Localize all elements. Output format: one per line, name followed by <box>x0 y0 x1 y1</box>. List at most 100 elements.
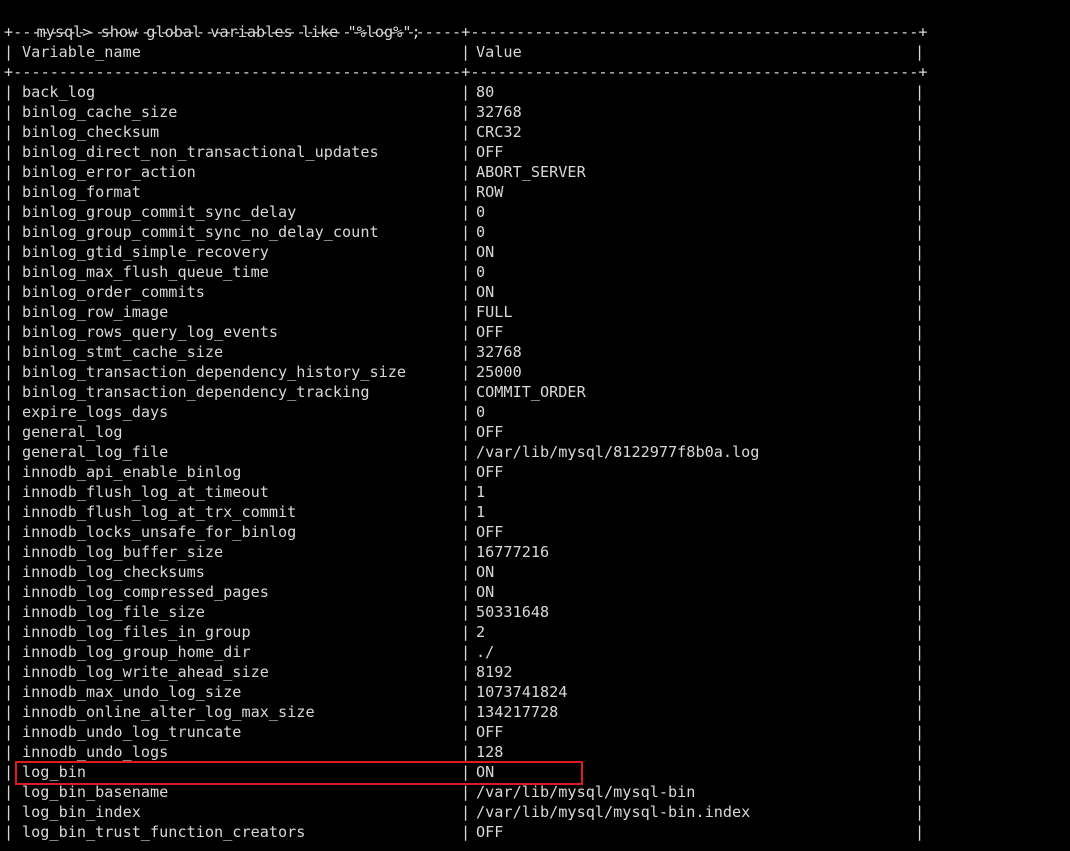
cell-variable-name: binlog_rows_query_log_events <box>22 323 279 341</box>
table-row[interactable]: | binlog_stmt_cache_size | 32768 | <box>0 342 1070 362</box>
table-row[interactable]: | general_log_file | /var/lib/mysql/8122977… <box>0 442 1070 462</box>
table-border-pipe-middle: | <box>461 163 471 181</box>
table-border-pipe-right: | <box>915 763 925 781</box>
table-row[interactable]: | general_log | OFF | <box>0 422 1070 442</box>
table-row[interactable]: | innodb_log_group_home_dir | ./ | <box>0 642 1070 662</box>
table-row[interactable]: | innodb_log_file_size | 50331648 | <box>0 602 1070 622</box>
table-border-pipe-right: | <box>915 543 925 561</box>
table-border-pipe-right: | <box>915 783 925 801</box>
table-border-pipe-middle: | <box>461 703 471 721</box>
table-row[interactable]: | innodb_log_compressed_pages | ON | <box>0 582 1070 602</box>
table-border-pipe-left: | <box>4 303 14 321</box>
table-row[interactable]: | binlog_max_flush_queue_time | 0 | <box>0 262 1070 282</box>
table-row[interactable]: | innodb_flush_log_at_timeout | 1 | <box>0 482 1070 502</box>
table-row[interactable]: | binlog_rows_query_log_events | OFF | <box>0 322 1070 342</box>
table-border-pipe-right: | <box>915 83 925 101</box>
cell-variable-name: binlog_group_commit_sync_no_delay_count <box>22 223 379 241</box>
cell-variable-name: binlog_transaction_dependency_tracking <box>22 383 370 401</box>
table-row[interactable]: | log_bin_basename | /var/lib/mysql/mysql-b… <box>0 782 1070 802</box>
terminal-window[interactable]: mysql> show global variables like "%log%… <box>0 0 1070 851</box>
table-border-pipe-middle: | <box>461 43 471 61</box>
table-row[interactable]: | innodb_undo_log_truncate | OFF | <box>0 722 1070 742</box>
table-border-pipe-left: | <box>4 743 14 761</box>
table-border-pipe-left: | <box>4 183 14 201</box>
table-row[interactable]: | binlog_transaction_dependency_history_s… <box>0 362 1070 382</box>
cell-variable-name: binlog_transaction_dependency_history_si… <box>22 363 407 381</box>
command-prompt-line: mysql> show global variables like "%log%… <box>0 2 421 41</box>
table-border-pipe-middle: | <box>461 503 471 521</box>
table-row[interactable]: | innodb_log_checksums | ON | <box>0 562 1070 582</box>
table-row[interactable]: | binlog_error_action | ABORT_SERVER | <box>0 162 1070 182</box>
table-border-pipe-middle: | <box>461 123 471 141</box>
table-border-pipe-right: | <box>915 303 925 321</box>
table-border-pipe-right: | <box>915 243 925 261</box>
table-border-pipe-right: | <box>915 123 925 141</box>
table-row[interactable]: | innodb_flush_log_at_trx_commit | 1 | <box>0 502 1070 522</box>
table-border-pipe-right: | <box>915 503 925 521</box>
cell-variable-name: innodb_log_write_ahead_size <box>22 663 269 681</box>
table-row[interactable]: | innodb_locks_unsafe_for_binlog | OFF | <box>0 522 1070 542</box>
cell-variable-name: general_log_file <box>22 443 169 461</box>
table-row[interactable]: | binlog_group_commit_sync_no_delay_count… <box>0 222 1070 242</box>
table-border-pipe-right: | <box>915 183 925 201</box>
cell-variable-name: innodb_log_files_in_group <box>22 623 251 641</box>
table-row[interactable]: | binlog_transaction_dependency_tracking |… <box>0 382 1070 402</box>
cell-value: 2 <box>476 623 486 641</box>
table-row[interactable]: | innodb_log_buffer_size | 16777216 | <box>0 542 1070 562</box>
table-row[interactable]: | innodb_log_write_ahead_size | 8192 | <box>0 662 1070 682</box>
table-border-pipe-middle: | <box>461 483 471 501</box>
table-border-pipe-middle: | <box>461 283 471 301</box>
cell-value: 0 <box>476 203 486 221</box>
cell-value: 134217728 <box>476 703 559 721</box>
cell-variable-name: log_bin_trust_function_creators <box>22 823 306 841</box>
cell-variable-name: innodb_log_checksums <box>22 563 205 581</box>
table-row[interactable]: | binlog_cache_size | 32768 | <box>0 102 1070 122</box>
table-row[interactable]: | expire_logs_days | 0 | <box>0 402 1070 422</box>
column-header-value: Value <box>476 43 522 61</box>
table-row[interactable]: | binlog_direct_non_transactional_updates… <box>0 142 1070 162</box>
table-border-pipe-middle: | <box>461 803 471 821</box>
table-row[interactable]: | binlog_format | ROW | <box>0 182 1070 202</box>
table-border-pipe-left: | <box>4 43 14 61</box>
table-border-pipe-right: | <box>915 803 925 821</box>
table-border-pipe-right: | <box>915 643 925 661</box>
table-border-pipe-left: | <box>4 623 14 641</box>
table-row[interactable]: | innodb_online_alter_log_max_size | 134217… <box>0 702 1070 722</box>
table-row[interactable]: | innodb_api_enable_binlog | OFF | <box>0 462 1070 482</box>
table-row[interactable]: | innodb_undo_logs | 128 | <box>0 742 1070 762</box>
table-row[interactable]: | back_log | 80 | <box>0 82 1070 102</box>
table-row[interactable]: | binlog_gtid_simple_recovery | ON | <box>0 242 1070 262</box>
table-row[interactable]: | binlog_group_commit_sync_delay | 0 | <box>0 202 1070 222</box>
table-row[interactable]: | binlog_order_commits | ON | <box>0 282 1070 302</box>
table-row[interactable]: | innodb_log_files_in_group | 2 | <box>0 622 1070 642</box>
cell-variable-name: binlog_row_image <box>22 303 169 321</box>
cell-value: 1 <box>476 483 486 501</box>
table-border-pipe-right: | <box>915 403 925 421</box>
cell-value: 1 <box>476 503 486 521</box>
cell-variable-name: binlog_cache_size <box>22 103 178 121</box>
table-border-pipe-left: | <box>4 263 14 281</box>
cell-value: 50331648 <box>476 603 550 621</box>
table-border-pipe-right: | <box>915 483 925 501</box>
table-row[interactable]: | binlog_checksum | CRC32 | <box>0 122 1070 142</box>
table-border-pipe-left: | <box>4 683 14 701</box>
table-border-pipe-left: | <box>4 403 14 421</box>
table-row[interactable]: | log_bin_index | /var/lib/mysql/mysql-bin.… <box>0 802 1070 822</box>
table-row[interactable]: | log_bin_trust_function_creators | OFF | <box>0 822 1070 842</box>
cell-value: OFF <box>476 723 504 741</box>
cell-variable-name: binlog_group_commit_sync_delay <box>22 203 297 221</box>
cell-value: 8192 <box>476 663 513 681</box>
cell-variable-name: innodb_api_enable_binlog <box>22 463 242 481</box>
table-row[interactable]: | innodb_max_undo_log_size | 1073741824 | <box>0 682 1070 702</box>
table-border-pipe-right: | <box>915 683 925 701</box>
table-border-pipe-left: | <box>4 763 14 781</box>
table-header-row: | Variable_name | Value | <box>0 42 1070 62</box>
table-border-pipe-middle: | <box>461 683 471 701</box>
table-border-pipe-middle: | <box>461 823 471 841</box>
cell-variable-name: innodb_max_undo_log_size <box>22 683 242 701</box>
table-border-pipe-middle: | <box>461 783 471 801</box>
cell-variable-name: innodb_log_group_home_dir <box>22 643 251 661</box>
table-row[interactable]: | log_bin | ON | <box>0 762 1070 782</box>
table-row[interactable]: | binlog_row_image | FULL | <box>0 302 1070 322</box>
table-border-pipe-left: | <box>4 603 14 621</box>
